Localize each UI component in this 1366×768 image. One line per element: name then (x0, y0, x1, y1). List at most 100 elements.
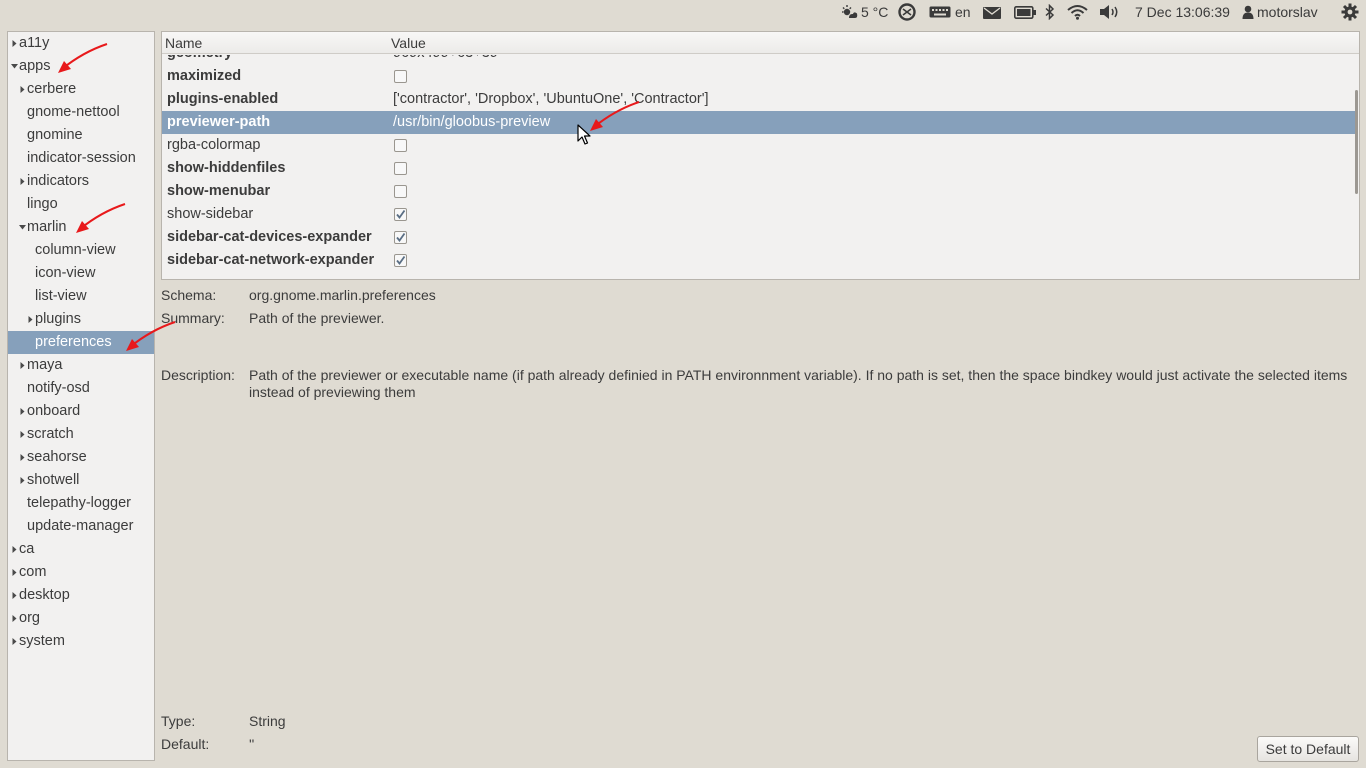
clock[interactable]: 7 Dec 13:06:39 (1135, 0, 1230, 24)
wifi-icon[interactable] (1067, 4, 1088, 28)
user-name: motorslav (1257, 4, 1318, 20)
checked-checkbox[interactable] (394, 254, 407, 267)
tree-item-label: icon-view (35, 265, 96, 281)
key-row-rgba-colormap[interactable]: rgba-colormap (162, 134, 1356, 157)
battery-icon[interactable] (1014, 6, 1036, 30)
tree-item-shotwell[interactable]: shotwell (8, 469, 154, 492)
keys-table[interactable]: Name Value geometry 969x499+63+39 maximize… (161, 31, 1360, 280)
collapsed-triangle-icon[interactable] (11, 561, 19, 584)
tree-item-column-view[interactable]: column-view (8, 239, 154, 262)
annotation-arrow-previewer-path (590, 101, 640, 131)
tree-item-list-view[interactable]: list-view (8, 285, 154, 308)
tree-item-label: plugins (35, 311, 81, 327)
expanded-triangle-icon[interactable] (11, 55, 19, 78)
session-gear-icon[interactable] (1341, 3, 1359, 27)
key-row-show-sidebar[interactable]: show-sidebar (162, 203, 1356, 226)
description-label: Description: (161, 367, 235, 383)
table-scrollbar[interactable] (1355, 90, 1358, 194)
user-icon (1242, 5, 1254, 19)
key-row-previewer-path[interactable]: previewer-path/usr/bin/gloobus-preview (162, 111, 1356, 134)
tree-item-label: marlin (27, 219, 67, 235)
tree-item-indicators[interactable]: indicators (8, 170, 154, 193)
bluetooth-icon[interactable] (1045, 4, 1055, 28)
collapsed-triangle-icon[interactable] (11, 630, 19, 653)
collapsed-triangle-icon[interactable] (19, 423, 27, 446)
weather-icon (841, 4, 858, 20)
tree-item-desktop[interactable]: desktop (8, 584, 154, 607)
tree-item-ca[interactable]: ca (8, 538, 154, 561)
sync-icon[interactable] (896, 3, 918, 27)
tree-item-system[interactable]: system (8, 630, 154, 653)
collapsed-triangle-icon[interactable] (19, 78, 27, 101)
description-value: Path of the previewer or executable name… (249, 367, 1348, 400)
tree-item-org[interactable]: org (8, 607, 154, 630)
collapsed-triangle-icon[interactable] (11, 607, 19, 630)
tree-item-cerbere[interactable]: cerbere (8, 78, 154, 101)
volume-icon[interactable] (1099, 4, 1121, 28)
tree-item-notify-osd[interactable]: notify-osd (8, 377, 154, 400)
tree-item-label: maya (27, 357, 63, 373)
key-row-sidebar-cat-devices-expander[interactable]: sidebar-cat-devices-expander (162, 226, 1356, 249)
tree-item-scratch[interactable]: scratch (8, 423, 154, 446)
unchecked-checkbox[interactable] (394, 162, 407, 175)
tree-item-label: system (19, 633, 65, 649)
column-header-name[interactable]: Name (165, 32, 202, 54)
key-value[interactable]: ['contractor', 'Dropbox', 'UbuntuOne', '… (393, 88, 709, 111)
tree-item-update-manager[interactable]: update-manager (8, 515, 154, 538)
tree-item-gnome-nettool[interactable]: gnome-nettool (8, 101, 154, 124)
tree-item-com[interactable]: com (8, 561, 154, 584)
expanded-triangle-icon[interactable] (19, 216, 27, 239)
collapsed-triangle-icon[interactable] (19, 400, 27, 423)
key-value[interactable]: /usr/bin/gloobus-preview (393, 111, 550, 134)
mouse-cursor-icon (577, 124, 591, 145)
collapsed-triangle-icon[interactable] (19, 354, 27, 377)
key-row-show-hiddenfiles[interactable]: show-hiddenfiles (162, 157, 1356, 180)
unchecked-checkbox[interactable] (394, 185, 407, 198)
set-to-default-button[interactable]: Set to Default (1257, 736, 1359, 762)
key-name: sidebar-cat-network-expander (167, 252, 375, 268)
tree-item-seahorse[interactable]: seahorse (8, 446, 154, 469)
tree-item-gnomine[interactable]: gnomine (8, 124, 154, 147)
collapsed-triangle-icon[interactable] (27, 308, 35, 331)
unchecked-checkbox[interactable] (394, 70, 407, 83)
tree-item-maya[interactable]: maya (8, 354, 154, 377)
tree-item-indicator-session[interactable]: indicator-session (8, 147, 154, 170)
tree-item-telepathy-logger[interactable]: telepathy-logger (8, 492, 154, 515)
default-label: Default: (161, 736, 210, 752)
collapsed-triangle-icon[interactable] (19, 469, 27, 492)
key-row-geometry[interactable]: geometry 969x499+63+39 (162, 55, 1356, 65)
tree-item-label: indicator-session (27, 150, 136, 166)
collapsed-triangle-icon[interactable] (19, 446, 27, 469)
collapsed-triangle-icon[interactable] (11, 32, 19, 55)
tree-item-label: telepathy-logger (27, 495, 131, 511)
key-row-show-menubar[interactable]: show-menubar (162, 180, 1356, 203)
annotation-arrow-apps (58, 43, 108, 73)
tree-item-label: gnome-nettool (27, 104, 120, 120)
type-label: Type: (161, 713, 196, 729)
unchecked-checkbox[interactable] (394, 139, 407, 152)
key-name: geometry (167, 55, 232, 65)
key-row-sidebar-cat-network-expander[interactable]: sidebar-cat-network-expander (162, 249, 1356, 272)
key-row-maximized[interactable]: maximized (162, 65, 1356, 88)
tree-item-label: gnomine (27, 127, 83, 143)
schema-tree[interactable]: a11y apps cerbere gnome-nettool gnomine indic… (7, 31, 155, 761)
tree-item-label: indicators (27, 173, 90, 189)
tree-item-label: list-view (35, 288, 87, 304)
collapsed-triangle-icon[interactable] (19, 170, 27, 193)
checked-checkbox[interactable] (394, 231, 407, 244)
tree-item-icon-view[interactable]: icon-view (8, 262, 154, 285)
checked-checkbox[interactable] (394, 208, 407, 221)
key-value[interactable]: 969x499+63+39 (393, 55, 498, 65)
tree-item-label: column-view (35, 242, 116, 258)
key-name: show-sidebar (167, 206, 254, 222)
column-header-value[interactable]: Value (391, 32, 426, 54)
key-name: sidebar-cat-devices-expander (167, 229, 372, 245)
tree-item-onboard[interactable]: onboard (8, 400, 154, 423)
collapsed-triangle-icon[interactable] (11, 584, 19, 607)
tree-item-label: org (19, 610, 40, 626)
key-name: rgba-colormap (167, 137, 261, 153)
collapsed-triangle-icon[interactable] (11, 538, 19, 561)
mail-icon[interactable] (983, 7, 1001, 31)
key-row-plugins-enabled[interactable]: plugins-enabled ['contractor', 'Dropbox',… (162, 88, 1356, 111)
tree-item-label: apps (19, 58, 51, 74)
